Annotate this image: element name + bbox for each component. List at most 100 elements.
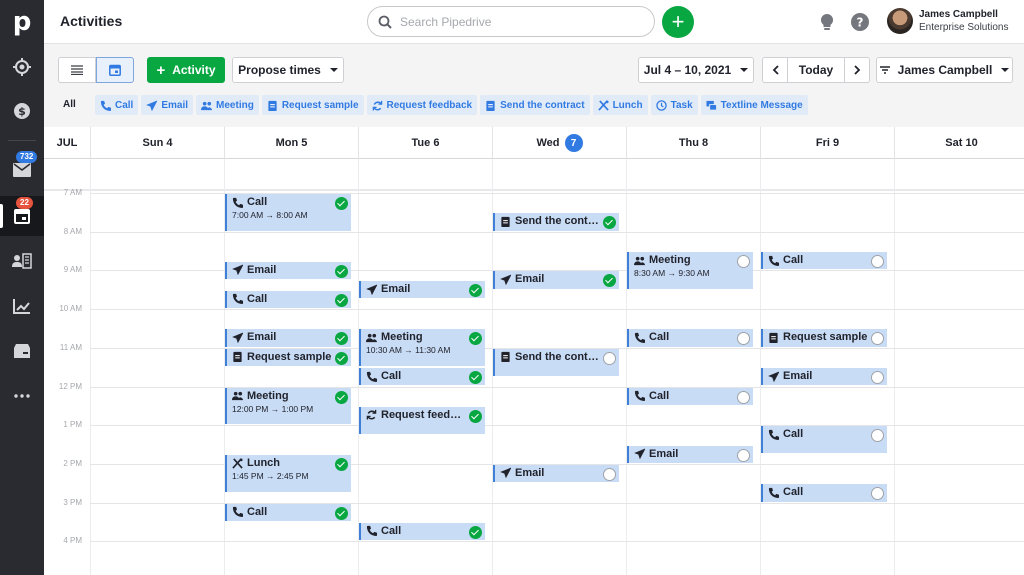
user-name[interactable]: James Campbell	[919, 9, 998, 20]
email-icon	[768, 371, 779, 382]
meeting-icon	[201, 101, 213, 110]
sidebar-item-insights[interactable]	[0, 286, 44, 326]
completed-check-icon[interactable]	[469, 284, 482, 298]
mark-done-checkbox[interactable]	[603, 467, 616, 481]
mark-done-checkbox[interactable]	[737, 332, 750, 346]
sidebar-item-deals[interactable]	[0, 47, 44, 87]
day-header[interactable]: Tue 6	[358, 127, 492, 159]
calendar-event[interactable]: Lunch 1:45 PM → 2:45 PM	[225, 455, 351, 492]
calendar-event[interactable]: Meeting 8:30 AM → 9:30 AM	[627, 252, 753, 289]
filter-chip-meeting[interactable]: Meeting	[196, 95, 259, 115]
filter-chip-request-feedback[interactable]: Request feedback	[366, 95, 478, 115]
completed-check-icon[interactable]	[469, 409, 482, 423]
today-button[interactable]: Today	[787, 57, 845, 83]
hour-label: 11 AM	[59, 342, 82, 352]
completed-check-icon[interactable]	[335, 332, 348, 346]
sidebar-item-products[interactable]	[0, 331, 44, 371]
tips-button[interactable]	[817, 12, 837, 32]
calendar-event[interactable]: Call	[225, 290, 351, 309]
completed-check-icon[interactable]	[335, 351, 348, 365]
pipedrive-logo[interactable]: p	[0, 4, 44, 40]
sidebar-item-contacts[interactable]	[0, 241, 44, 281]
call-icon	[366, 526, 377, 537]
date-range-dropdown[interactable]: Jul 4 – 10, 2021	[638, 57, 754, 83]
calendar-event[interactable]: Call	[761, 426, 887, 454]
mark-done-checkbox[interactable]	[871, 371, 884, 385]
quick-add-button[interactable]: +	[662, 6, 694, 38]
filter-all[interactable]: All	[63, 99, 76, 110]
calendar-event[interactable]: Email	[627, 445, 753, 463]
calendar-event[interactable]: Request feed…	[359, 406, 485, 434]
day-header[interactable]: Thu 8	[626, 127, 760, 159]
mark-done-checkbox[interactable]	[871, 429, 884, 443]
completed-check-icon[interactable]	[335, 390, 348, 404]
completed-check-icon[interactable]	[335, 458, 348, 472]
mark-done-checkbox[interactable]	[603, 351, 616, 365]
next-week-button[interactable]	[844, 57, 870, 83]
search-box[interactable]	[367, 6, 655, 37]
mark-done-checkbox[interactable]	[737, 255, 750, 269]
mark-done-checkbox[interactable]	[871, 332, 884, 346]
mark-done-checkbox[interactable]	[871, 487, 884, 501]
completed-check-icon[interactable]	[603, 274, 616, 288]
calendar-event[interactable]: Request sample	[761, 329, 887, 347]
filter-chip-textline-message[interactable]: Textline Message	[700, 95, 808, 115]
previous-week-button[interactable]	[762, 57, 788, 83]
mark-done-checkbox[interactable]	[871, 255, 884, 269]
calendar-event[interactable]: Email	[225, 329, 351, 347]
day-header[interactable]: Sun 4	[90, 127, 224, 159]
user-avatar[interactable]	[887, 8, 913, 34]
filter-chip-request-sample[interactable]: Request sample	[261, 95, 364, 115]
completed-check-icon[interactable]	[335, 197, 348, 210]
add-activity-button[interactable]: + Activity	[147, 57, 225, 83]
filter-chip-call[interactable]: Call	[95, 95, 139, 115]
completed-check-icon[interactable]	[603, 216, 616, 230]
calendar-view-button[interactable]	[96, 57, 134, 83]
mark-done-checkbox[interactable]	[737, 390, 750, 404]
user-filter-dropdown[interactable]: James Campbell	[876, 57, 1013, 83]
event-title: Meeting	[649, 254, 691, 267]
calendar-event[interactable]: Send the cont…	[493, 213, 619, 231]
calendar-event[interactable]: Email	[359, 281, 485, 299]
calendar-event[interactable]: Meeting 12:00 PM → 1:00 PM	[225, 387, 351, 425]
sidebar-item-money[interactable]: $	[0, 91, 44, 131]
day-header[interactable]: Sat 10	[894, 127, 1024, 159]
mark-done-checkbox[interactable]	[737, 448, 750, 462]
calendar-event[interactable]: Email	[225, 261, 351, 280]
calendar-event[interactable]: Request sample	[225, 348, 351, 367]
calendar-event[interactable]: Call	[359, 368, 485, 386]
help-button[interactable]: ?	[850, 12, 870, 32]
completed-check-icon[interactable]	[335, 293, 348, 307]
day-header[interactable]: Wed 7	[492, 127, 626, 159]
calendar-event[interactable]: Email	[493, 464, 619, 483]
calendar-event[interactable]: Call	[225, 503, 351, 521]
search-input[interactable]	[400, 14, 640, 29]
completed-check-icon[interactable]	[469, 371, 482, 385]
completed-check-icon[interactable]	[469, 525, 482, 539]
calendar-event[interactable]: Call	[627, 387, 753, 405]
completed-check-icon[interactable]	[335, 506, 348, 520]
calendar-event[interactable]: Call	[761, 484, 887, 502]
completed-check-icon[interactable]	[335, 264, 348, 278]
calendar-event[interactable]: Call 7:00 AM → 8:00 AM	[225, 194, 351, 231]
filter-chip-lunch[interactable]: Lunch	[592, 95, 648, 115]
day-header[interactable]: Fri 9	[760, 127, 894, 159]
day-header[interactable]: Mon 5	[224, 127, 358, 159]
propose-times-dropdown[interactable]: Propose times	[232, 57, 344, 83]
all-day-row[interactable]	[44, 159, 1024, 191]
list-view-button[interactable]	[58, 57, 96, 83]
completed-check-icon[interactable]	[469, 332, 482, 346]
sidebar-item-activities[interactable]: 22	[0, 196, 44, 236]
calendar-event[interactable]: Call	[627, 329, 753, 347]
sidebar-item-mail[interactable]: 732	[0, 150, 44, 190]
calendar-event[interactable]: Email	[493, 271, 619, 289]
calendar-event[interactable]: Email	[761, 368, 887, 386]
filter-chip-task[interactable]: Task	[650, 95, 698, 115]
calendar-event[interactable]: Call	[359, 522, 485, 541]
calendar-event[interactable]: Meeting 10:30 AM → 11:30 AM	[359, 329, 485, 367]
filter-chip-email[interactable]: Email	[141, 95, 194, 115]
calendar-event[interactable]: Send the cont…	[493, 348, 619, 376]
sidebar-item-more[interactable]	[0, 376, 44, 416]
filter-chip-send-the-contract[interactable]: Send the contract	[480, 95, 590, 115]
calendar-event[interactable]: Call	[761, 252, 887, 270]
